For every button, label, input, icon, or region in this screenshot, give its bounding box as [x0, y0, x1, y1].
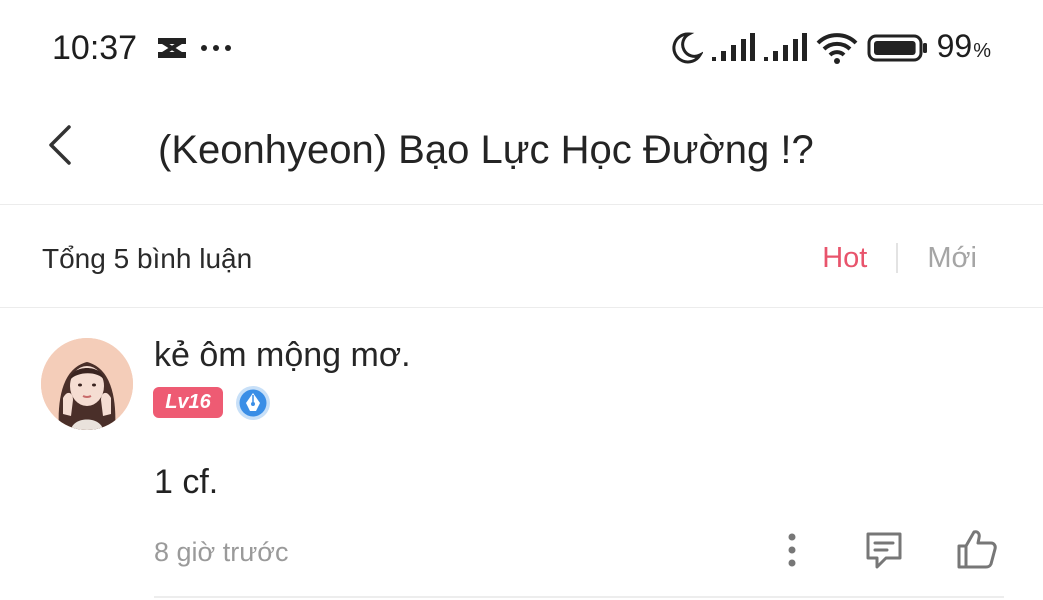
pen-nib-badge-icon [236, 386, 270, 420]
sort-new-tab[interactable]: Mới [927, 242, 977, 275]
section-divider [0, 307, 1043, 308]
role-badge [235, 385, 271, 421]
wifi-icon [816, 33, 858, 64]
signal-1-icon [711, 33, 755, 61]
battery-percentage: 99% [937, 24, 991, 73]
status-right-icons: 99% [669, 26, 991, 70]
thumbs-up-icon [957, 530, 997, 569]
comment-username[interactable]: kẻ ôm mộng mơ. [154, 334, 411, 376]
page-title: (Keonhyeon) Bạo Lực Học Đường !? [158, 128, 814, 172]
sort-hot-tab[interactable]: Hot [822, 242, 867, 275]
battery-number: 99 [936, 27, 973, 64]
battery-unit: % [973, 39, 991, 62]
back-button[interactable] [32, 117, 88, 173]
comment-count-label: Tổng 5 bình luận [42, 243, 253, 274]
more-options-button[interactable] [772, 528, 812, 572]
battery-icon [867, 34, 927, 62]
moon-icon [672, 32, 703, 64]
level-badge: Lv16 [153, 387, 223, 418]
reply-comment-icon [866, 532, 902, 569]
sort-separator [896, 243, 899, 273]
signal-2-icon [763, 33, 807, 61]
status-left-icons [155, 30, 233, 66]
avatar[interactable] [41, 338, 133, 430]
reply-button[interactable] [857, 523, 911, 577]
comment-divider [154, 596, 1004, 598]
like-button[interactable] [950, 522, 1004, 576]
sort-toggle: Hot Mới [822, 236, 977, 280]
chevron-left-icon [49, 125, 71, 165]
status-time: 10:37 [52, 29, 138, 67]
more-vertical-icon [788, 533, 796, 567]
comment-text: 1 cf. [154, 463, 219, 501]
avatar-image [41, 338, 133, 430]
comment-timestamp: 8 giờ trước [154, 537, 289, 567]
header-divider [0, 204, 1043, 205]
more-dots-icon [201, 45, 231, 51]
capcut-icon [158, 38, 186, 58]
